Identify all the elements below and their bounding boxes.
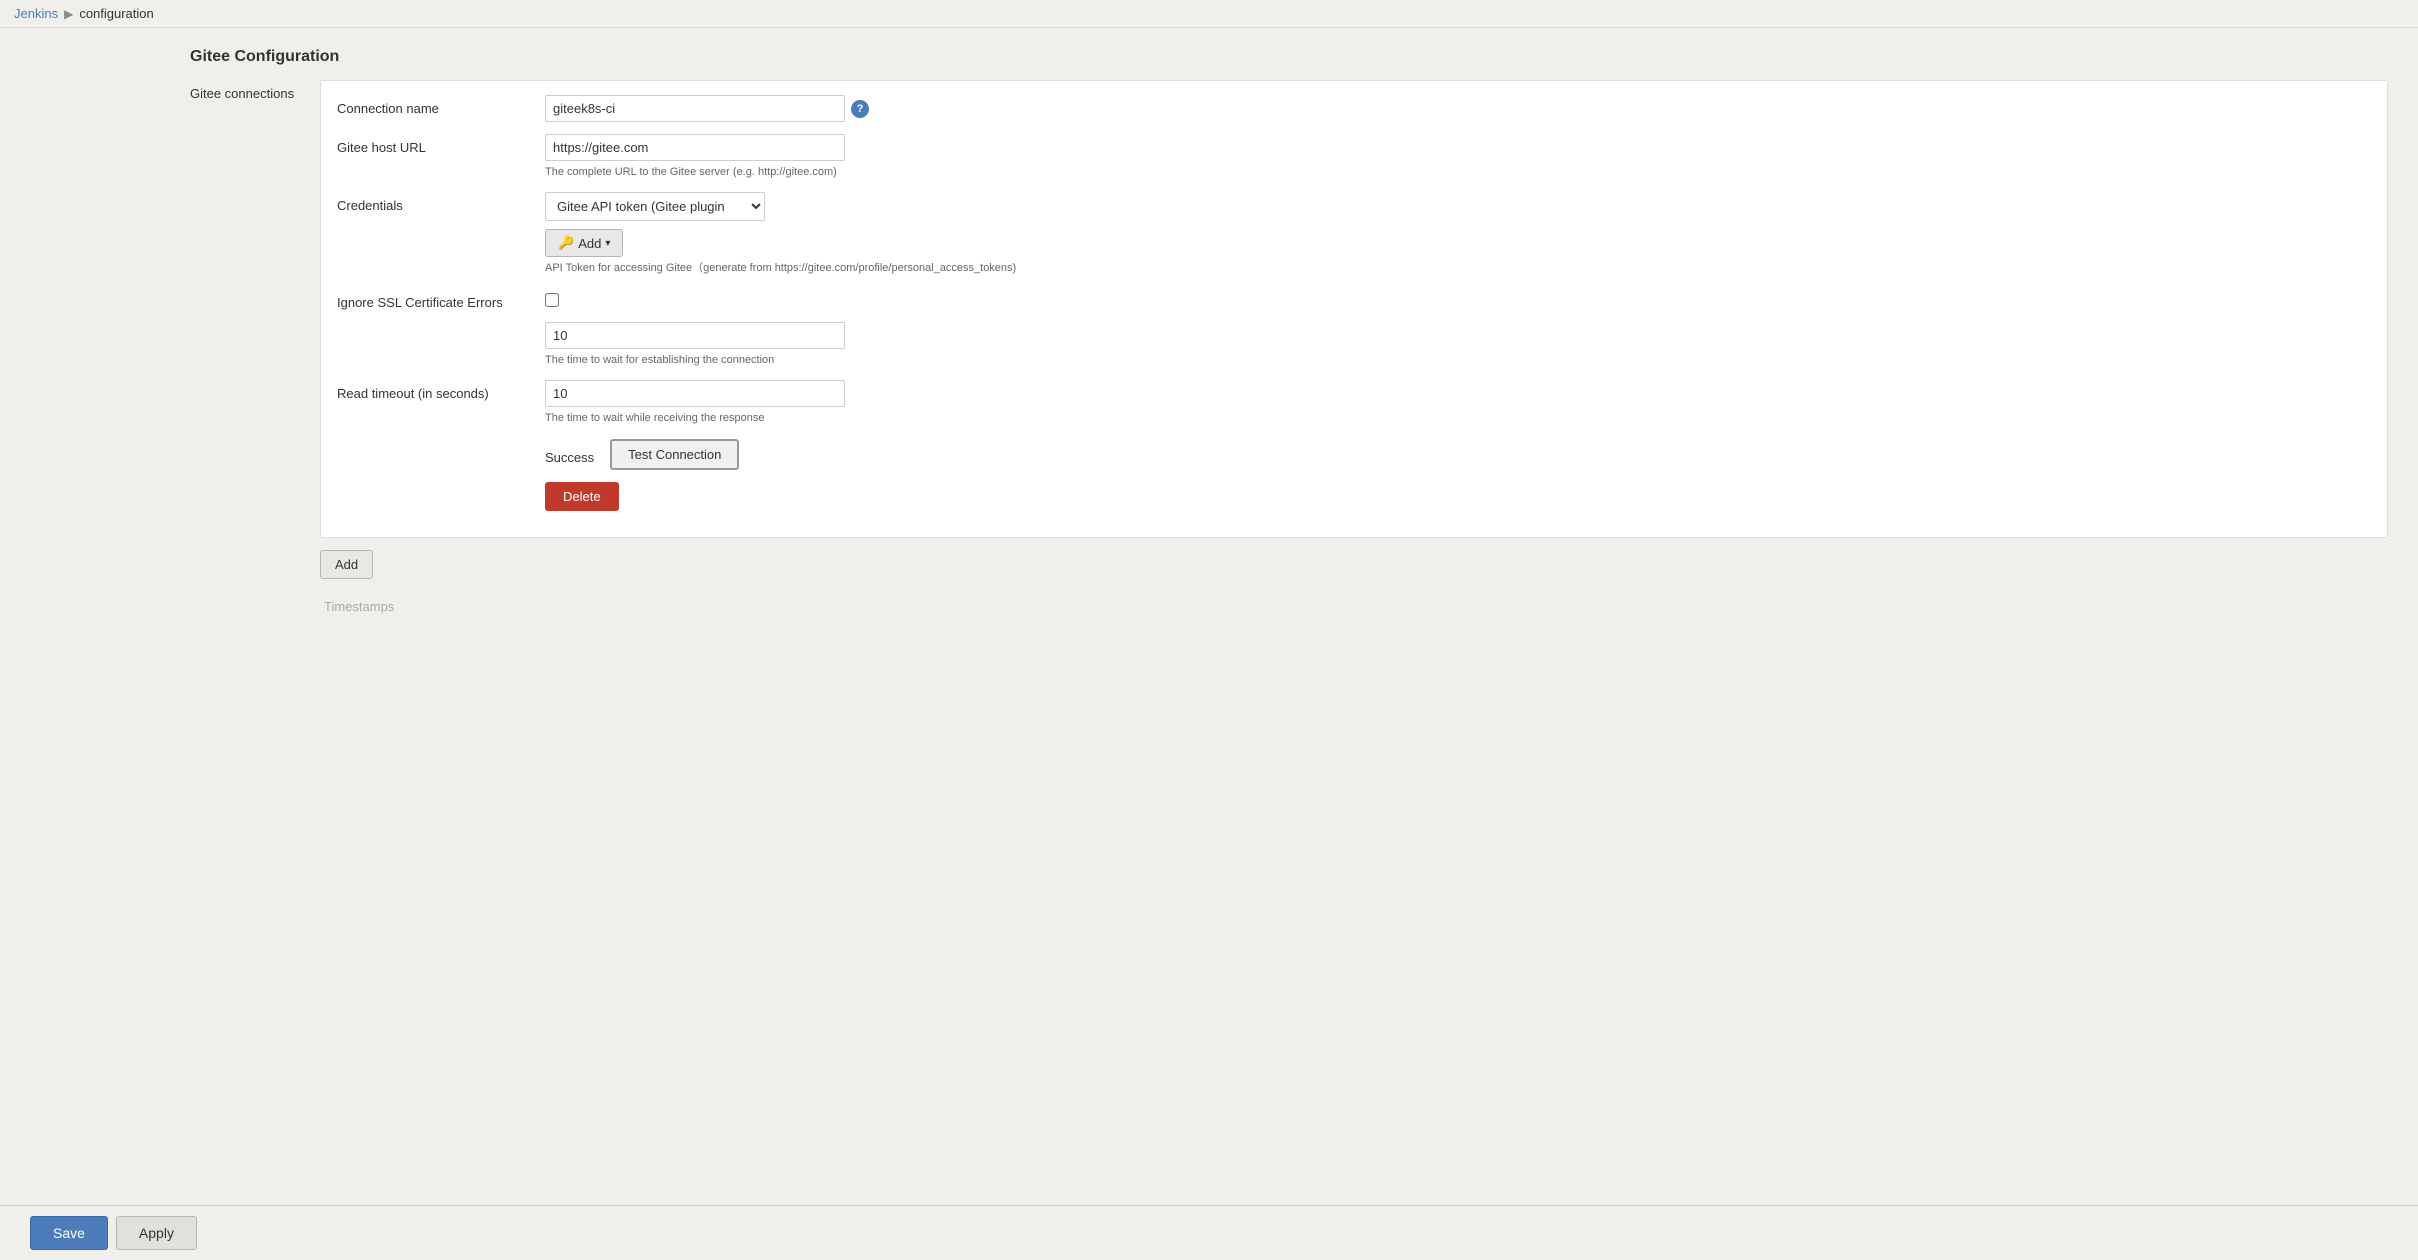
- delete-row: Delete: [337, 482, 2371, 511]
- read-timeout-input[interactable]: [545, 380, 845, 407]
- save-button[interactable]: Save: [30, 1216, 108, 1250]
- breadcrumb-home[interactable]: Jenkins: [14, 6, 58, 21]
- gitee-host-url-input[interactable]: [545, 134, 845, 161]
- connection-name-row: Connection name ?: [337, 95, 2371, 122]
- credentials-row: Credentials Gitee API token (Gitee plugi…: [337, 192, 2371, 276]
- connection-block: Connection name ? Gitee host URL The com…: [320, 80, 2388, 538]
- delete-button[interactable]: Delete: [545, 482, 619, 511]
- test-connection-row: Success Test Connection: [337, 439, 2371, 470]
- main-content: Gitee Configuration Gitee connections Co…: [0, 28, 2418, 714]
- add-credentials-button[interactable]: 🔑 Add ▾: [545, 229, 623, 257]
- credentials-select[interactable]: Gitee API token (Gitee plugin: [545, 192, 765, 221]
- ignore-ssl-field: [545, 289, 559, 310]
- gitee-host-url-field-wrap: The complete URL to the Gitee server (e.…: [545, 134, 845, 180]
- connections-form: Connection name ? Gitee host URL The com…: [320, 80, 2388, 614]
- connection-timeout-hint: The time to wait for establishing the co…: [545, 353, 845, 368]
- ignore-ssl-checkbox[interactable]: [545, 293, 559, 307]
- test-connection-button[interactable]: Test Connection: [610, 439, 739, 470]
- connection-timeout-field-wrap: The time to wait for establishing the co…: [545, 322, 845, 368]
- delete-spacer: [337, 482, 537, 488]
- connection-timeout-input[interactable]: [545, 322, 845, 349]
- credentials-field-wrap: Gitee API token (Gitee plugin 🔑 Add ▾ AP…: [545, 192, 1016, 276]
- breadcrumb-separator: ▶: [64, 7, 73, 21]
- connections-label: Gitee connections: [190, 80, 320, 614]
- connection-name-help-icon[interactable]: ?: [851, 100, 869, 118]
- api-token-hint: API Token for accessing Gitee（generate f…: [545, 261, 1016, 276]
- gitee-config-wrapper: Gitee connections Connection name ? Gite…: [190, 80, 2388, 614]
- breadcrumb-current: configuration: [79, 6, 153, 21]
- timestamps-label: Timestamps: [324, 599, 394, 614]
- read-timeout-hint: The time to wait while receiving the res…: [545, 411, 845, 426]
- apply-button[interactable]: Apply: [116, 1216, 197, 1250]
- success-label: Success: [545, 444, 594, 465]
- gitee-host-url-hint: The complete URL to the Gitee server (e.…: [545, 165, 845, 180]
- key-icon: 🔑: [558, 235, 574, 251]
- connection-name-label: Connection name: [337, 95, 537, 116]
- breadcrumb: Jenkins ▶ configuration: [0, 0, 2418, 28]
- add-dropdown-arrow-icon: ▾: [605, 238, 610, 249]
- add-credentials-label: Add: [578, 236, 601, 251]
- read-timeout-field-wrap: The time to wait while receiving the res…: [545, 380, 845, 426]
- connection-timeout-label: [337, 322, 537, 328]
- read-timeout-label: Read timeout (in seconds): [337, 380, 537, 401]
- credentials-label: Credentials: [337, 192, 537, 213]
- add-more-area: Add: [320, 550, 2388, 579]
- delete-area: Delete: [545, 482, 619, 511]
- ignore-ssl-label: Ignore SSL Certificate Errors: [337, 289, 537, 310]
- ignore-ssl-row: Ignore SSL Certificate Errors: [337, 289, 2371, 310]
- bottom-toolbar: Save Apply: [0, 1205, 2418, 1260]
- read-timeout-row: Read timeout (in seconds) The time to wa…: [337, 380, 2371, 426]
- test-connection-area: Success Test Connection: [545, 439, 739, 470]
- add-more-button[interactable]: Add: [320, 550, 373, 579]
- connection-timeout-row: The time to wait for establishing the co…: [337, 322, 2371, 368]
- connection-name-field: ?: [545, 95, 869, 122]
- timestamps-section: Timestamps: [320, 599, 2388, 614]
- connection-name-input[interactable]: [545, 95, 845, 122]
- section-title: Gitee Configuration: [30, 48, 2388, 66]
- gitee-host-url-row: Gitee host URL The complete URL to the G…: [337, 134, 2371, 180]
- gitee-host-url-label: Gitee host URL: [337, 134, 537, 155]
- test-connection-spacer: [337, 439, 537, 445]
